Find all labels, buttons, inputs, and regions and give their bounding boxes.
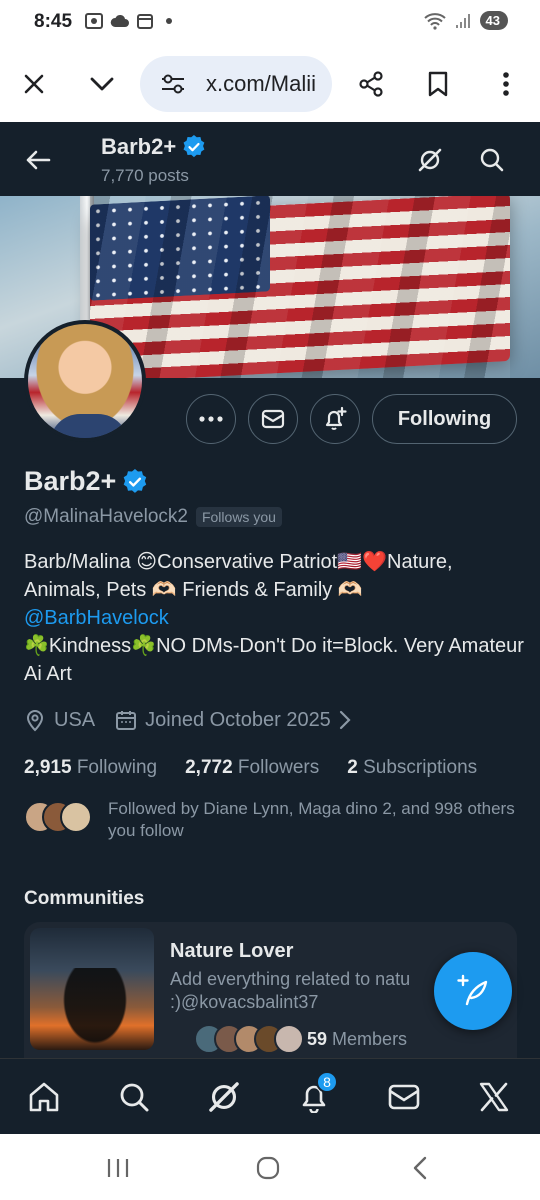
header-title: Barb2+ — [101, 134, 206, 160]
community-description: Add everything related to natu :)@kovacs… — [170, 969, 411, 1012]
arrow-left-icon — [26, 150, 51, 170]
share-icon — [359, 71, 383, 97]
recent-apps-icon — [107, 1159, 129, 1177]
grok-icon — [209, 1082, 239, 1112]
browser-menu-button[interactable] — [486, 64, 526, 104]
home-icon — [29, 1082, 59, 1112]
status-bar: 8:45 43 — [0, 0, 540, 46]
back-chevron-icon — [413, 1156, 427, 1180]
avatar — [274, 1024, 304, 1054]
subscriptions-stat[interactable]: 2 Subscriptions — [347, 757, 477, 779]
envelope-icon — [388, 1084, 420, 1110]
share-button[interactable] — [351, 64, 391, 104]
back-button[interactable] — [18, 140, 58, 180]
cloud-icon — [110, 14, 129, 27]
location-pin-icon — [26, 710, 44, 732]
post-count: 7,770 posts — [101, 166, 189, 185]
bookmark-button[interactable] — [418, 64, 458, 104]
bio-text-line1: Barb/Malina 😊Conservative Patriot🇺🇸❤️Nat… — [24, 551, 453, 601]
chevron-down-icon — [90, 77, 114, 91]
bottom-navigation: 8 — [0, 1058, 540, 1134]
home-circle-icon — [256, 1156, 280, 1180]
followed-by-text: Followed by Diane Lynn, Maga dino 2, and… — [108, 799, 515, 840]
calendar-icon — [116, 711, 137, 730]
recent-apps-button[interactable] — [98, 1150, 138, 1186]
more-vertical-icon — [503, 72, 509, 96]
profile-handle: @MalinaHavelock2 — [24, 506, 188, 527]
avatar — [60, 801, 92, 833]
dot-icon — [166, 18, 172, 24]
following-button[interactable]: Following — [372, 394, 517, 444]
flag-shading — [90, 196, 510, 378]
search-button[interactable] — [472, 140, 512, 180]
nav-home[interactable] — [20, 1073, 68, 1121]
url-bar[interactable]: x.com/Malii — [140, 56, 332, 112]
joined-date[interactable]: Joined October 2025 — [115, 709, 351, 732]
following-stat[interactable]: 2,915 Following — [24, 757, 157, 779]
bio-mention-link[interactable]: @BarbHavelock — [24, 604, 524, 632]
status-time: 8:45 — [34, 11, 73, 32]
bio-text-line2: ☘️Kindness☘️NO DMs-Don't Do it=Block. Ve… — [24, 635, 524, 685]
back-system-button[interactable] — [400, 1150, 440, 1186]
search-icon — [480, 148, 504, 172]
followed-by-avatars — [24, 801, 94, 835]
close-icon — [24, 74, 44, 94]
message-button[interactable] — [248, 394, 298, 444]
browser-toolbar: x.com/Malii — [0, 46, 540, 122]
community-members: 59 Members — [170, 1024, 490, 1058]
screenshot-icon — [85, 13, 103, 29]
signal-icon — [455, 13, 470, 28]
follows-you-badge: Follows you — [195, 507, 282, 527]
calendar-icon — [137, 14, 153, 29]
home-system-button[interactable] — [248, 1150, 288, 1186]
bookmark-icon — [428, 71, 448, 97]
handle-row: @MalinaHavelock2 Follows you — [24, 506, 282, 528]
more-options-button[interactable] — [186, 394, 236, 444]
notifications-badge: 8 — [316, 1071, 338, 1093]
profile-name: Barb2+ — [24, 466, 148, 497]
bell-plus-icon — [325, 406, 347, 430]
profile-meta: USA Joined October 2025 — [24, 708, 351, 732]
x-logo-icon — [479, 1082, 509, 1112]
battery-indicator: 43 — [479, 11, 508, 30]
nav-search[interactable] — [110, 1073, 158, 1121]
verified-badge-icon — [124, 468, 147, 493]
notifications-subscribe-button[interactable] — [310, 394, 360, 444]
profile-header-bar: Barb2+ 7,770 posts — [0, 124, 540, 196]
chevron-right-icon — [339, 710, 351, 730]
location: USA — [24, 708, 95, 732]
url-text: x.com/Malii — [206, 71, 317, 96]
grok-icon — [418, 148, 442, 172]
wifi-icon — [423, 12, 446, 30]
community-image — [30, 928, 154, 1050]
site-settings-icon[interactable] — [160, 72, 186, 96]
communities-heading: Communities — [24, 888, 145, 909]
nav-notifications[interactable]: 8 — [290, 1071, 338, 1121]
nav-messages[interactable] — [380, 1073, 428, 1121]
nav-grok[interactable] — [200, 1073, 248, 1121]
profile-bio: Barb/Malina 😊Conservative Patriot🇺🇸❤️Nat… — [24, 548, 524, 688]
minimize-tab-button[interactable] — [82, 64, 122, 104]
verified-badge-icon — [183, 135, 205, 158]
nav-x-premium[interactable] — [470, 1073, 518, 1121]
close-tab-button[interactable] — [14, 64, 54, 104]
system-navigation-bar — [0, 1134, 540, 1200]
followers-stat[interactable]: 2,772 Followers — [185, 757, 319, 779]
profile-avatar[interactable] — [24, 320, 146, 442]
search-icon — [120, 1083, 149, 1112]
community-title: Nature Lover — [170, 940, 294, 962]
compose-feather-icon — [457, 974, 488, 1006]
envelope-icon — [261, 409, 285, 429]
follow-stats: 2,915 Following 2,772 Followers 2 Subscr… — [24, 757, 477, 779]
grok-button[interactable] — [410, 140, 450, 180]
more-horizontal-icon — [199, 416, 223, 422]
compose-post-button[interactable] — [434, 952, 512, 1030]
